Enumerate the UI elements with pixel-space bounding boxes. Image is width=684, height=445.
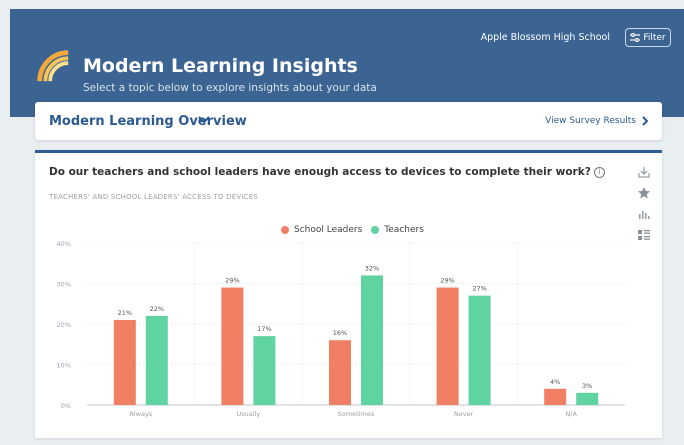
bar-school-leaders <box>544 388 567 405</box>
page-subtitle: Select a topic below to explore insights… <box>83 82 377 94</box>
bar-teachers <box>361 275 383 405</box>
data-label: 27% <box>472 285 486 293</box>
y-tick-label: 20% <box>57 321 71 329</box>
x-tick-label: Never <box>454 410 474 418</box>
bar-teachers <box>145 315 168 405</box>
data-label: 32% <box>365 264 379 272</box>
page-header: Modern Learning Insights Select a topic … <box>10 9 684 117</box>
bar-school-leaders <box>221 287 244 405</box>
insight-card: Do our teachers and school leaders have … <box>35 150 662 438</box>
bar-teachers <box>576 392 599 405</box>
bar-school-leaders <box>113 319 136 405</box>
data-label: 21% <box>118 309 132 317</box>
filter-label: Filter <box>643 32 666 43</box>
page-title: Modern Learning Insights <box>83 55 358 77</box>
data-label: 17% <box>257 325 271 333</box>
sliders-icon <box>630 33 641 42</box>
y-tick-label: 0% <box>61 402 71 410</box>
bar-teachers <box>253 336 276 405</box>
bar-school-leaders <box>436 287 459 405</box>
x-tick-label: Sometimes <box>338 410 375 418</box>
rainbow-arc-logo <box>37 50 69 82</box>
x-tick-label: Always <box>129 410 152 418</box>
topic-title[interactable]: Modern Learning Overview <box>49 114 247 129</box>
data-label: 3% <box>582 382 592 390</box>
y-tick-label: 40% <box>57 240 71 248</box>
bar-school-leaders <box>329 340 351 405</box>
filter-button[interactable]: Filter <box>625 28 671 47</box>
x-tick-label: Usually <box>237 410 261 418</box>
chevron-right-icon <box>642 116 648 126</box>
topic-selector[interactable]: Modern Learning Overview View Survey Res… <box>35 102 662 140</box>
data-label: 29% <box>440 277 454 285</box>
y-tick-label: 30% <box>57 281 71 289</box>
data-label: 29% <box>225 277 239 285</box>
x-tick-label: N/A <box>565 410 577 418</box>
chevron-down-icon[interactable] <box>198 115 210 124</box>
bar-chart: 0% 10% 20% 30% 40% 21% 22% Always 29% 17% Usually 1… <box>57 240 625 418</box>
y-tick-label: 10% <box>57 362 71 370</box>
view-survey-results-link[interactable]: View Survey Results <box>545 116 648 126</box>
school-name: Apple Blossom High School <box>480 32 610 43</box>
bar-teachers <box>468 295 491 405</box>
data-label: 22% <box>150 305 164 313</box>
view-survey-results-label: View Survey Results <box>545 116 636 126</box>
data-label: 4% <box>550 378 560 386</box>
data-label: 16% <box>333 329 347 337</box>
